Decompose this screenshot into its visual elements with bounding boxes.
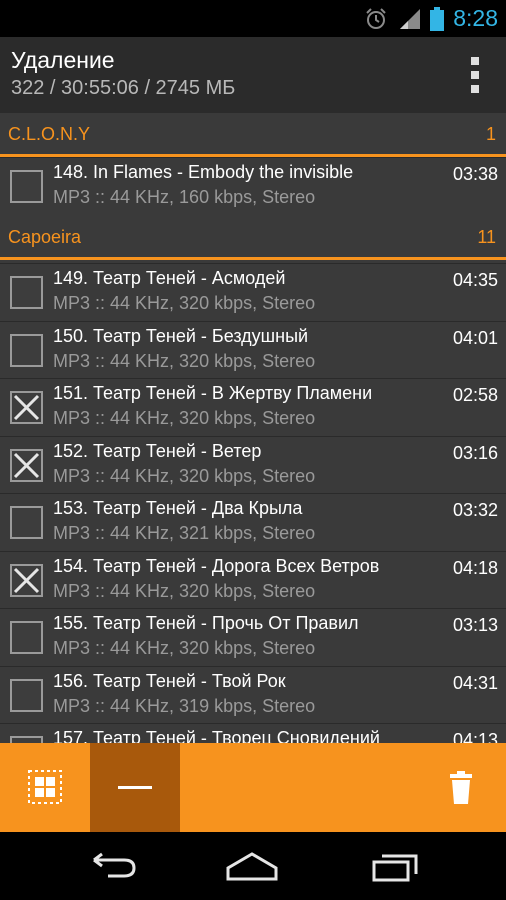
track-row[interactable]: 157. Театр Теней - Творец Сновидений 04:… [0, 723, 506, 743]
track-row[interactable]: 151. Театр Теней - В Жертву Пламени MP3 … [0, 378, 506, 436]
track-title: 148. In Flames - Embody the invisible [53, 162, 354, 182]
select-all-icon [28, 770, 62, 804]
group-header[interactable]: C.L.O.N.Y 1 [0, 113, 506, 157]
group-count: 11 [477, 227, 496, 247]
track-info: MP3 :: 44 KHz, 320 kbps, Stereo [53, 638, 316, 658]
track-checkbox[interactable] [10, 736, 43, 743]
track-checkbox[interactable] [10, 170, 43, 203]
track-checkbox[interactable] [10, 621, 43, 654]
delete-button[interactable] [416, 743, 506, 832]
status-bar: 8:28 [0, 0, 506, 37]
track-info: MP3 :: 44 KHz, 320 kbps, Stereo [53, 466, 316, 486]
check-x-icon [13, 567, 40, 594]
track-row[interactable]: 150. Театр Теней - Бездушный MP3 :: 44 K… [0, 321, 506, 379]
group-header[interactable]: Capoeira 11 [0, 216, 506, 260]
page-title: Удаление [11, 47, 115, 73]
track-checkbox[interactable] [10, 334, 43, 367]
group-name: Capoeira [8, 227, 82, 247]
signal-icon [398, 7, 422, 36]
track-title: 155. Театр Теней - Прочь От Правил [53, 613, 359, 633]
check-x-icon [13, 452, 40, 479]
track-duration: 03:38 [452, 164, 498, 184]
track-duration: 04:13 [452, 730, 498, 743]
track-checkbox[interactable] [10, 564, 43, 597]
deselect-icon [118, 786, 152, 789]
track-title: 156. Театр Теней - Твой Рок [53, 671, 286, 691]
trash-icon [450, 771, 472, 804]
navigation-bar [0, 832, 506, 900]
track-info: MP3 :: 44 KHz, 320 kbps, Stereo [53, 581, 316, 601]
battery-icon [430, 7, 444, 36]
track-info: MP3 :: 44 KHz, 160 kbps, Stereo [53, 187, 316, 207]
track-checkbox[interactable] [10, 506, 43, 539]
track-info: MP3 :: 44 KHz, 319 kbps, Stereo [53, 696, 316, 716]
recents-button[interactable] [366, 846, 426, 886]
track-title: 152. Театр Теней - Ветер [53, 441, 262, 461]
track-title: 153. Театр Теней - Два Крыла [53, 498, 303, 518]
track-row[interactable]: 156. Театр Теней - Твой Рок MP3 :: 44 KH… [0, 666, 506, 724]
deselect-button[interactable] [90, 743, 180, 832]
track-row[interactable]: 153. Театр Теней - Два Крыла MP3 :: 44 K… [0, 493, 506, 551]
track-info: MP3 :: 44 KHz, 321 kbps, Stereo [53, 523, 316, 543]
track-row[interactable]: 154. Театр Теней - Дорога Всех Ветров MP… [0, 551, 506, 609]
group-name: C.L.O.N.Y [8, 124, 91, 144]
track-row[interactable]: 152. Театр Теней - Ветер MP3 :: 44 KHz, … [0, 436, 506, 494]
action-bar: Удаление 322 / 30:55:06 / 2745 МБ [0, 37, 506, 113]
track-info: MP3 :: 44 KHz, 320 kbps, Stereo [53, 408, 316, 428]
home-button[interactable] [222, 846, 282, 886]
track-checkbox[interactable] [10, 276, 43, 309]
check-x-icon [13, 394, 40, 421]
track-title: 154. Театр Теней - Дорога Всех Ветров [53, 556, 380, 576]
track-duration: 03:13 [452, 615, 498, 635]
back-button[interactable] [82, 846, 142, 886]
track-duration: 03:16 [452, 443, 498, 463]
more-vert-dot [471, 71, 479, 79]
alarm-icon [364, 7, 388, 36]
track-info: MP3 :: 44 KHz, 320 kbps, Stereo [53, 293, 316, 313]
group-count: 1 [485, 124, 496, 144]
track-title: 149. Театр Теней - Асмодей [53, 268, 286, 288]
clock: 8:28 [453, 5, 498, 31]
track-title: 157. Театр Теней - Творец Сновидений [53, 728, 380, 743]
recents-icon [372, 854, 418, 882]
group-divider [0, 257, 506, 260]
track-list[interactable]: C.L.O.N.Y 1 148. In Flames - Embody the … [0, 113, 506, 743]
track-duration: 04:31 [452, 673, 498, 693]
track-checkbox[interactable] [10, 449, 43, 482]
more-vert-icon [471, 57, 479, 65]
more-vert-dot [471, 85, 479, 93]
bottom-action-bar [0, 743, 506, 832]
track-duration: 04:18 [452, 558, 498, 578]
back-icon [93, 852, 136, 878]
overflow-menu-button[interactable] [464, 57, 488, 97]
track-duration: 03:32 [452, 500, 498, 520]
page-subtitle: 322 / 30:55:06 / 2745 МБ [11, 77, 236, 99]
track-row[interactable]: 155. Театр Теней - Прочь От Правил MP3 :… [0, 608, 506, 666]
track-checkbox[interactable] [10, 391, 43, 424]
select-all-button[interactable] [0, 743, 90, 832]
track-row[interactable]: 149. Театр Теней - Асмодей MP3 :: 44 KHz… [0, 263, 506, 321]
track-duration: 04:35 [452, 270, 498, 290]
track-title: 151. Театр Теней - В Жертву Пламени [53, 383, 373, 403]
track-title: 150. Театр Теней - Бездушный [53, 326, 309, 346]
track-duration: 02:58 [452, 385, 498, 405]
track-checkbox[interactable] [10, 679, 43, 712]
track-row[interactable]: 148. In Flames - Embody the invisible MP… [0, 157, 506, 215]
home-icon [226, 852, 278, 881]
track-duration: 04:01 [452, 328, 498, 348]
track-info: MP3 :: 44 KHz, 320 kbps, Stereo [53, 351, 316, 371]
